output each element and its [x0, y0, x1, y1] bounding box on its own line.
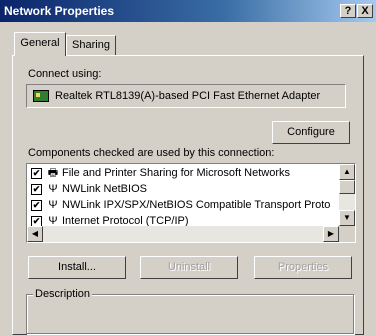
tab-sharing[interactable]: Sharing [66, 35, 116, 55]
title-bar: Network Properties ? X [0, 0, 376, 22]
help-button[interactable]: ? [340, 4, 356, 18]
scroll-right-icon[interactable]: ▶ [323, 226, 339, 242]
window-title: Network Properties [4, 4, 115, 18]
component-label: NWLink NetBIOS [62, 183, 147, 195]
description-group [26, 294, 354, 334]
close-button[interactable]: X [357, 4, 373, 18]
protocol-icon: Ψ [48, 183, 58, 195]
scroll-corner [339, 226, 355, 242]
component-label: File and Printer Sharing for Microsoft N… [62, 167, 291, 179]
checkbox[interactable]: ✔ [31, 184, 42, 195]
components-list[interactable]: ✔ 🖶 File and Printer Sharing for Microso… [26, 163, 356, 243]
list-item[interactable]: ✔ Ψ NWLink IPX/SPX/NetBIOS Compatible Tr… [29, 198, 339, 214]
scroll-left-icon[interactable]: ◀ [27, 226, 43, 242]
connect-using-label: Connect using: [28, 68, 102, 80]
adapter-box: Realtek RTL8139(A)-based PCI Fast Ethern… [26, 84, 346, 108]
uninstall-button[interactable]: Uninstall [140, 256, 238, 279]
printer-sharing-icon: 🖶 [47, 167, 59, 179]
components-label: Components checked are used by this conn… [28, 147, 275, 159]
adapter-name: Realtek RTL8139(A)-based PCI Fast Ethern… [55, 90, 321, 102]
tab-general[interactable]: General [14, 32, 66, 56]
scroll-thumb[interactable] [339, 180, 355, 194]
list-item[interactable]: ✔ Ψ NWLink NetBIOS [29, 182, 339, 198]
checkbox[interactable]: ✔ [31, 168, 42, 179]
component-label: NWLink IPX/SPX/NetBIOS Compatible Transp… [62, 199, 331, 211]
network-adapter-icon [33, 90, 49, 102]
vertical-scrollbar[interactable]: ▲ ▼ [339, 164, 355, 226]
description-label: Description [33, 288, 93, 300]
protocol-icon: Ψ [48, 199, 58, 211]
list-item[interactable]: ✔ 🖶 File and Printer Sharing for Microso… [29, 166, 339, 182]
scroll-down-icon[interactable]: ▼ [339, 210, 355, 226]
properties-button[interactable]: Properties [254, 256, 352, 279]
install-button[interactable]: Install... [28, 256, 126, 279]
checkbox[interactable]: ✔ [31, 200, 42, 211]
horizontal-scrollbar[interactable]: ◀ ▶ [27, 226, 339, 242]
configure-button[interactable]: Configure [272, 121, 350, 144]
scroll-up-icon[interactable]: ▲ [339, 164, 355, 180]
